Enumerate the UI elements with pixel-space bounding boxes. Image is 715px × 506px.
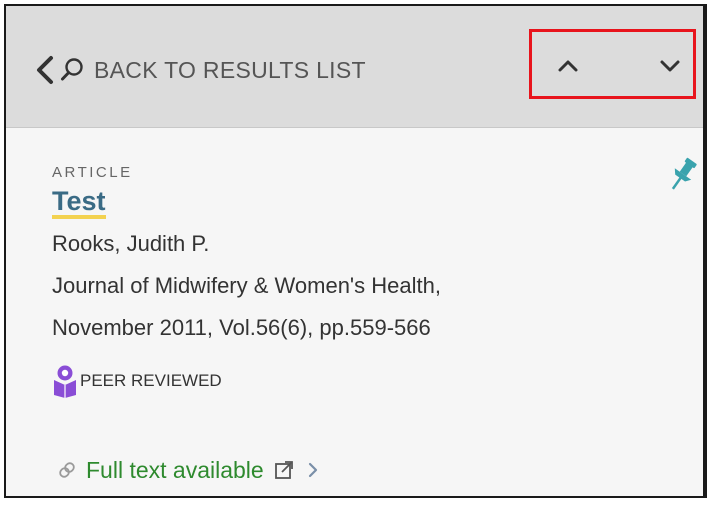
availability-label: Full text available [86, 456, 264, 483]
chevron-down-icon [660, 60, 680, 72]
back-to-results-button[interactable]: BACK TO RESULTS LIST [34, 50, 366, 90]
chevron-up-icon [558, 60, 578, 72]
record-source-line1: Journal of Midwifery & Women's Health, [52, 273, 441, 298]
peer-reviewed-label: PEER REVIEWED [80, 371, 222, 390]
full-text-available-link[interactable]: Full text available [58, 452, 320, 488]
peer-reviewed-icon [54, 365, 76, 398]
external-link-icon [274, 461, 293, 479]
record-panel: BACK TO RESULTS LIST ARTICLE Test Rooks,… [4, 4, 707, 498]
chevron-left-icon [34, 52, 58, 88]
search-icon [60, 52, 86, 88]
link-icon [59, 462, 75, 478]
record-author: Rooks, Judith P. [52, 231, 210, 256]
resource-type: ARTICLE [52, 164, 133, 181]
previous-record-button[interactable] [553, 52, 583, 80]
back-to-results-label: BACK TO RESULTS LIST [94, 56, 366, 83]
peer-reviewed-badge: PEER REVIEWED [52, 361, 683, 401]
record-title-link[interactable]: Test [52, 187, 106, 219]
record-details: ARTICLE Test Rooks, Judith P. Journal of… [52, 164, 683, 401]
next-record-button[interactable] [655, 52, 685, 80]
chevron-right-icon [308, 462, 317, 478]
record-nav-highlight [529, 29, 696, 99]
record-source-line2: November 2011, Vol.56(6), pp.559-566 [52, 315, 431, 340]
record-navigation-bar: BACK TO RESULTS LIST [6, 6, 703, 128]
